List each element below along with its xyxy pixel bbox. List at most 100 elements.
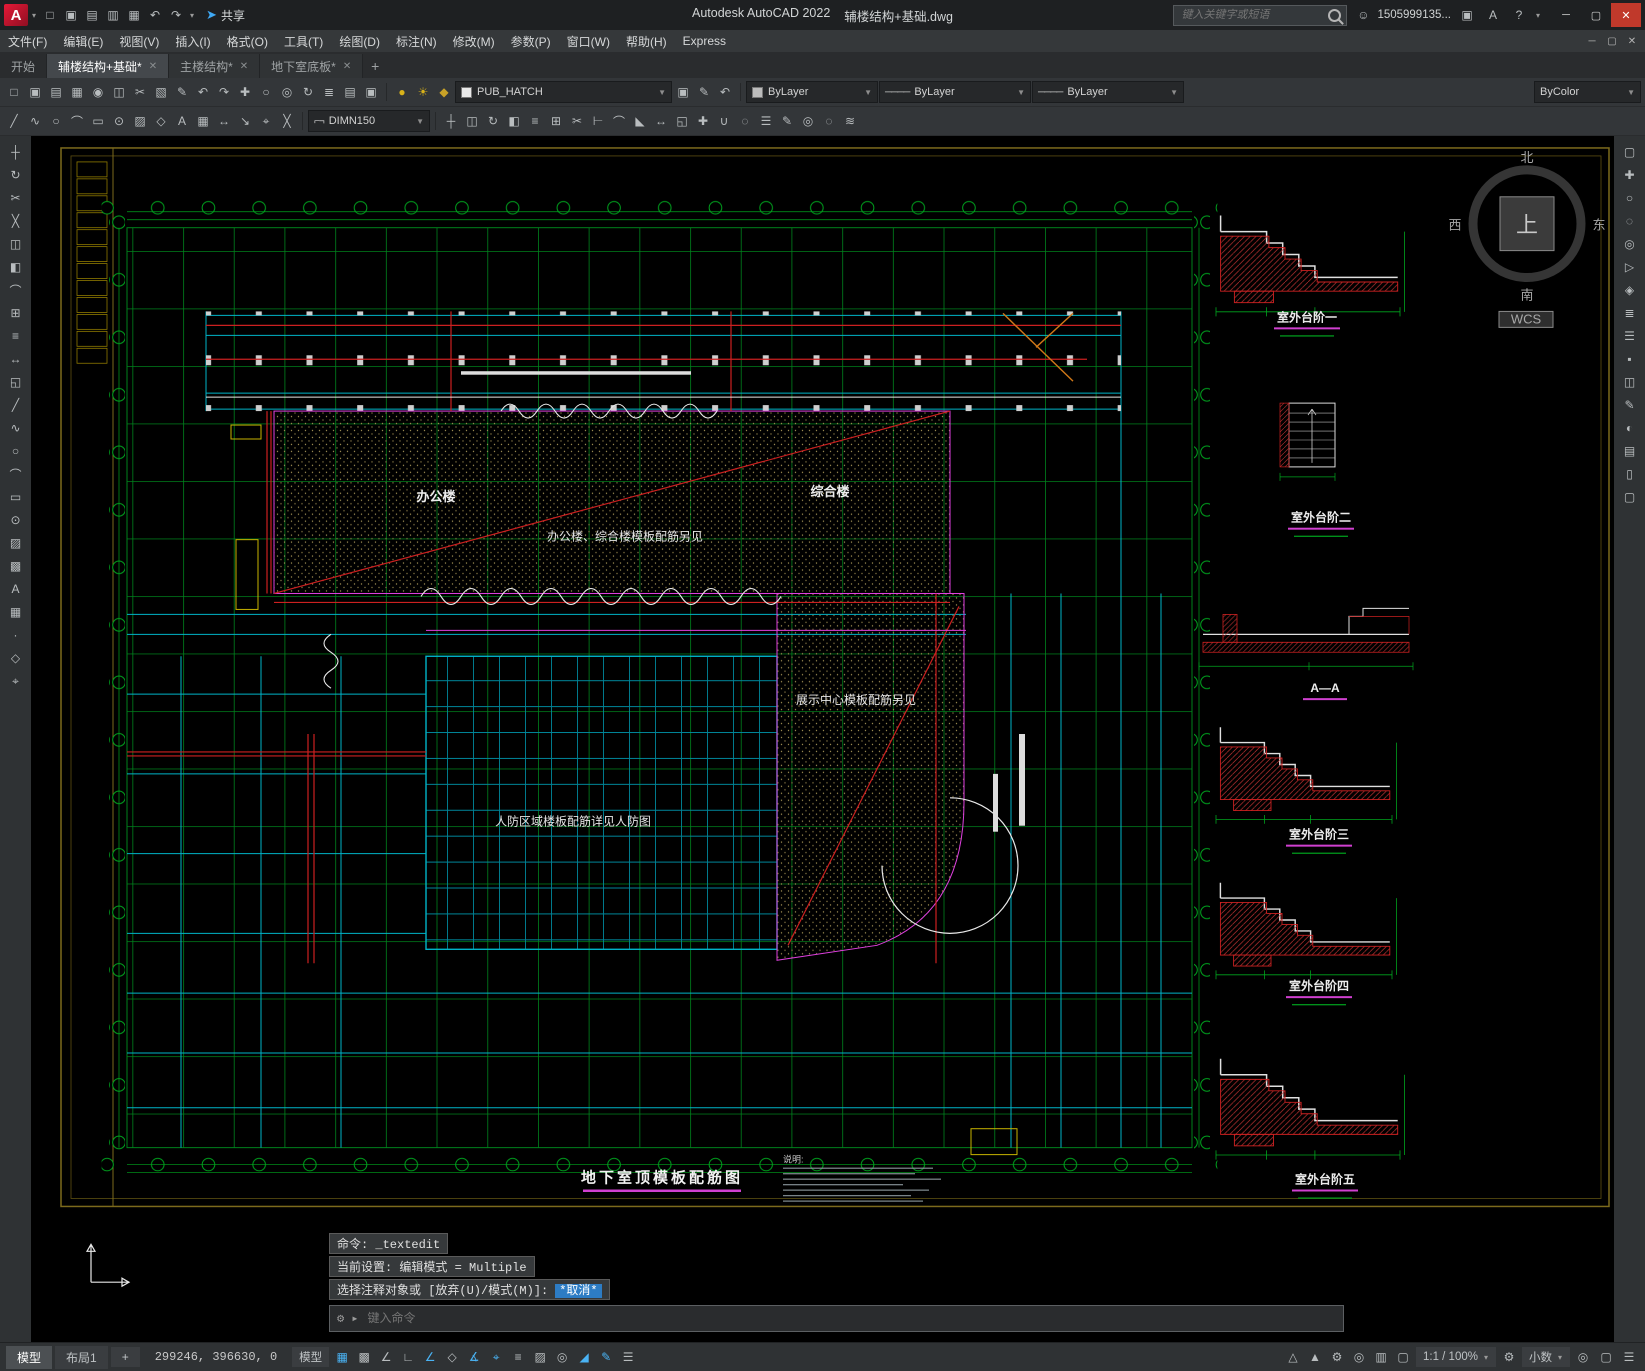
undo-icon[interactable]: ↶ — [193, 82, 213, 102]
layout1-tab[interactable]: 布局1 — [55, 1345, 108, 1369]
command-input[interactable] — [365, 1310, 1336, 1327]
menu-format[interactable]: 格式(O) — [219, 30, 276, 52]
tab-dixiashi-diban[interactable]: 地下室底板* ✕ — [260, 54, 364, 78]
dimension-icon[interactable]: ↔ — [214, 111, 234, 131]
polar-icon[interactable]: ∠ — [420, 1347, 440, 1367]
tab-close-icon[interactable]: ✕ — [149, 61, 157, 72]
new-layout-button[interactable]: + — [110, 1347, 140, 1367]
redo-icon[interactable]: ↷ — [166, 5, 186, 25]
tool-palettes-icon[interactable]: ▯ — [1620, 464, 1640, 484]
layers-icon[interactable]: ≣ — [1620, 303, 1640, 323]
paste-icon[interactable]: ▧ — [151, 82, 171, 102]
search-input[interactable] — [1179, 8, 1324, 22]
extents-icon[interactable]: ◎ — [277, 82, 297, 102]
new-tab-button[interactable]: + — [363, 54, 387, 78]
offset-icon[interactable]: ≡ — [6, 326, 26, 346]
viewcube-west[interactable]: 西 — [1448, 218, 1461, 233]
open-icon[interactable]: ▣ — [61, 5, 81, 25]
isolate-objects-icon[interactable]: ◎ — [1573, 1347, 1593, 1367]
erase-icon[interactable]: ╳ — [277, 111, 297, 131]
menu-modify[interactable]: 修改(M) — [445, 30, 503, 52]
bulb-icon[interactable]: ● — [392, 82, 412, 102]
save-icon[interactable]: ▤ — [82, 5, 102, 25]
stretch-icon[interactable]: ↔ — [6, 349, 26, 369]
arc-icon[interactable]: ⌒ — [6, 464, 26, 484]
line-icon[interactable]: ╱ — [4, 111, 24, 131]
dimstyle-combo[interactable]: ⌐¬ DIMN150 ▼ — [308, 110, 430, 132]
layer-combo[interactable]: PUB_HATCH ▼ — [455, 81, 672, 103]
redo-icon[interactable]: ↷ — [214, 82, 234, 102]
ellipse-icon[interactable]: ⊙ — [109, 111, 129, 131]
isodraft-icon[interactable]: ◇ — [442, 1347, 462, 1367]
properties-icon[interactable]: ☰ — [756, 111, 776, 131]
map-icon[interactable]: ◈ — [1620, 280, 1640, 300]
stretch-icon[interactable]: ↔ — [651, 111, 671, 131]
color-combo[interactable]: ByLayer ▼ — [746, 81, 878, 103]
viewcube-up-face[interactable]: 上 — [1516, 213, 1538, 238]
xref-icon[interactable]: ◫ — [1620, 372, 1640, 392]
menu-parametric[interactable]: 参数(P) — [503, 30, 559, 52]
move-icon[interactable]: ┼ — [441, 111, 461, 131]
plotstyle-combo[interactable]: ByColor ▼ — [1534, 81, 1641, 103]
open-icon[interactable]: ▣ — [25, 82, 45, 102]
pan-icon[interactable]: ✚ — [235, 82, 255, 102]
copy-icon[interactable]: ◫ — [109, 82, 129, 102]
circle-icon[interactable]: ○ — [46, 111, 66, 131]
show-motion-icon[interactable]: ▷ — [1620, 257, 1640, 277]
regen-icon[interactable]: ↻ — [298, 82, 318, 102]
blocks-icon[interactable]: ▪ — [1620, 349, 1640, 369]
minimize-button[interactable]: ─ — [1551, 3, 1581, 27]
cut-icon[interactable]: ✂ — [130, 82, 150, 102]
autoscale-icon[interactable]: ▲ — [1305, 1347, 1325, 1367]
gradient-icon[interactable]: ▩ — [6, 556, 26, 576]
move-icon[interactable]: ┼ — [6, 142, 26, 162]
make-current-icon[interactable]: ▣ — [673, 82, 693, 102]
graphics-icon[interactable]: ▥ — [1371, 1347, 1391, 1367]
app-menu-caret-icon[interactable]: ▾ — [32, 11, 36, 20]
arc-icon[interactable]: ⌒ — [67, 111, 87, 131]
markup-icon[interactable]: ✎ — [1620, 395, 1640, 415]
circle-icon[interactable]: ○ — [6, 441, 26, 461]
menu-tools[interactable]: 工具(T) — [276, 30, 331, 52]
maximize-button[interactable]: ▢ — [1581, 3, 1611, 27]
menu-express[interactable]: Express — [675, 30, 734, 52]
line-icon[interactable]: ╱ — [6, 395, 26, 415]
viewcube-south[interactable]: 南 — [1520, 287, 1533, 302]
scale-icon[interactable]: ◱ — [672, 111, 692, 131]
extend-icon[interactable]: ⊢ — [588, 111, 608, 131]
rectangle-icon[interactable]: ▭ — [6, 487, 26, 507]
search-icon[interactable] — [1328, 8, 1342, 22]
menu-draw[interactable]: 绘图(D) — [331, 30, 388, 52]
grid-icon[interactable]: ▦ — [332, 1347, 352, 1367]
fullscreen-icon[interactable]: ▢ — [1620, 142, 1640, 162]
model-space-button[interactable]: 模型 — [292, 1347, 330, 1367]
hatch-icon[interactable]: ▨ — [6, 533, 26, 553]
layer-previous-icon[interactable]: ↶ — [715, 82, 735, 102]
new-icon[interactable]: □ — [4, 82, 24, 102]
preview-icon[interactable]: ◉ — [88, 82, 108, 102]
clean-screen-icon[interactable]: ▢ — [1393, 1347, 1413, 1367]
match-icon[interactable]: ✎ — [172, 82, 192, 102]
share-button[interactable]: ➤ 共享 — [206, 7, 245, 24]
autodesk-a-icon[interactable]: A — [1483, 5, 1503, 25]
layer-states-icon[interactable]: ▤ — [340, 82, 360, 102]
drawing-canvas[interactable]: 办公楼 综合楼 办公楼、综合楼模板配筋另见 展示中心模板配筋另见 人防区域楼板配… — [31, 136, 1614, 1342]
group-icon[interactable]: ◌ — [735, 111, 755, 131]
fillet-icon[interactable]: ⌒ — [6, 280, 26, 300]
otrack-icon[interactable]: ∡ — [464, 1347, 484, 1367]
snap-icon[interactable]: ▩ — [354, 1347, 374, 1367]
match-layer-icon[interactable]: ✎ — [694, 82, 714, 102]
rotate-icon[interactable]: ↻ — [483, 111, 503, 131]
osnap-icon[interactable]: ⌖ — [486, 1347, 506, 1367]
menu-file[interactable]: 文件(F) — [0, 30, 55, 52]
hide-icon[interactable]: ◌ — [819, 111, 839, 131]
leader-icon[interactable]: ↘ — [235, 111, 255, 131]
app-store-cart-icon[interactable]: ▣ — [1457, 5, 1477, 25]
linetype-combo[interactable]: ──── ByLayer ▼ — [879, 81, 1031, 103]
menu-insert[interactable]: 插入(I) — [167, 30, 218, 52]
help-icon[interactable]: ? — [1509, 5, 1529, 25]
viewcube-north[interactable]: 北 — [1520, 150, 1533, 165]
text-icon[interactable]: A — [172, 111, 192, 131]
menu-dimension[interactable]: 标注(N) — [388, 30, 445, 52]
join-icon[interactable]: ∪ — [714, 111, 734, 131]
